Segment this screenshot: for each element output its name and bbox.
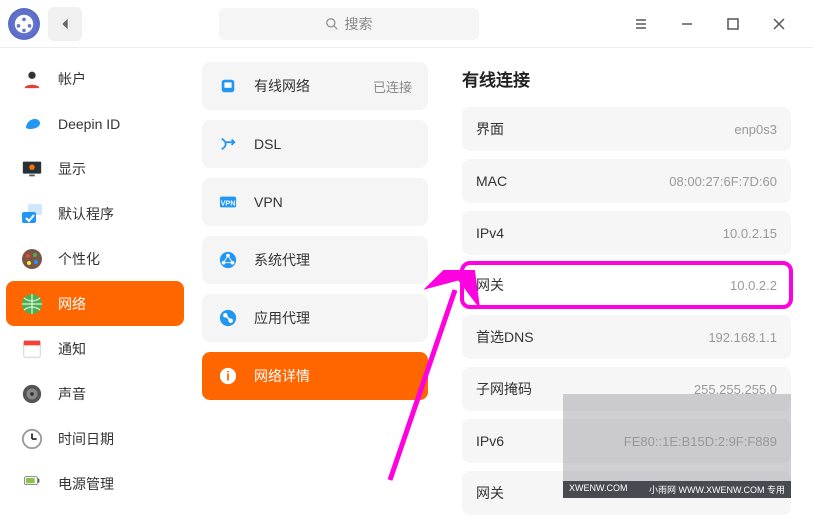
back-button[interactable] bbox=[48, 7, 82, 41]
subnav-item-app-proxy[interactable]: 应用代理 bbox=[202, 294, 428, 342]
sidebar-item-label: 通知 bbox=[58, 339, 86, 359]
sidebar: 帐户 Deepin ID 显示默认程序个性化网络通知声音时间日期电源管理 bbox=[0, 48, 190, 528]
subnav-item-label: 应用代理 bbox=[254, 308, 310, 328]
svg-text:VPN: VPN bbox=[221, 199, 236, 208]
search-icon bbox=[325, 17, 339, 31]
subnav-item-net-details[interactable]: i 网络详情 bbox=[202, 352, 428, 400]
sidebar-item-label: 个性化 bbox=[58, 249, 100, 269]
app-logo-icon bbox=[8, 8, 40, 40]
sys-proxy-icon bbox=[218, 250, 238, 270]
datetime-icon bbox=[18, 425, 46, 453]
sidebar-item-notification[interactable]: 通知 bbox=[6, 326, 184, 371]
account-icon bbox=[18, 65, 46, 93]
personalization-icon bbox=[18, 245, 46, 273]
menu-button[interactable] bbox=[627, 10, 655, 38]
display-icon bbox=[18, 155, 46, 183]
sidebar-item-label: 时间日期 bbox=[58, 429, 114, 449]
subnav-item-status: 已连接 bbox=[373, 77, 412, 96]
sidebar-item-default-apps[interactable]: 默认程序 bbox=[6, 191, 184, 236]
info-value: 10.0.2.2 bbox=[730, 278, 777, 293]
minimize-button[interactable] bbox=[673, 10, 701, 38]
subnav-item-wired[interactable]: 有线网络 已连接 bbox=[202, 62, 428, 110]
info-row: 网关 10.0.2.2 bbox=[462, 263, 791, 307]
sidebar-item-power[interactable]: 电源管理 bbox=[6, 461, 184, 506]
info-key: 界面 bbox=[476, 119, 504, 139]
info-value: 10.0.2.15 bbox=[723, 226, 777, 241]
info-row: 首选DNS 192.168.1.1 bbox=[462, 315, 791, 359]
subnav-item-label: VPN bbox=[254, 194, 283, 210]
sidebar-item-label: 帐户 bbox=[58, 69, 86, 89]
title-bar: 搜索 bbox=[0, 0, 813, 48]
panel-title: 有线连接 bbox=[462, 66, 791, 91]
sidebar-item-label: 网络 bbox=[58, 294, 86, 314]
sidebar-item-datetime[interactable]: 时间日期 bbox=[6, 416, 184, 461]
net-details-icon: i bbox=[218, 366, 238, 386]
subnav-item-label: 网络详情 bbox=[254, 366, 310, 386]
close-button[interactable] bbox=[765, 10, 793, 38]
power-icon bbox=[18, 470, 46, 498]
network-icon bbox=[18, 290, 46, 318]
info-key: IPv6 bbox=[476, 433, 504, 449]
info-key: 首选DNS bbox=[476, 327, 534, 347]
info-key: 网关 bbox=[476, 275, 504, 295]
subnav-item-label: 有线网络 bbox=[254, 76, 310, 96]
search-input[interactable]: 搜索 bbox=[219, 8, 479, 40]
search-placeholder: 搜索 bbox=[345, 14, 373, 34]
info-key: MAC bbox=[476, 173, 507, 189]
info-key: 子网掩码 bbox=[476, 379, 532, 399]
info-key: IPv4 bbox=[476, 225, 504, 241]
network-subnav: 有线网络 已连接 DSL VPN VPN 系统代理应用代理 i 网络详情 bbox=[190, 48, 440, 528]
window-controls bbox=[615, 10, 805, 38]
subnav-item-sys-proxy[interactable]: 系统代理 bbox=[202, 236, 428, 284]
sidebar-item-deepin-id[interactable]: Deepin ID bbox=[6, 101, 184, 146]
sound-icon bbox=[18, 380, 46, 408]
subnav-item-label: DSL bbox=[254, 136, 281, 152]
wired-icon bbox=[218, 76, 238, 96]
sidebar-item-network[interactable]: 网络 bbox=[6, 281, 184, 326]
subnav-item-label: 系统代理 bbox=[254, 250, 310, 270]
info-row: MAC 08:00:27:6F:7D:60 bbox=[462, 159, 791, 203]
vpn-icon: VPN bbox=[218, 192, 238, 212]
info-value: 08:00:27:6F:7D:60 bbox=[669, 174, 777, 189]
sidebar-item-label: 默认程序 bbox=[58, 204, 114, 224]
info-key: 网关 bbox=[476, 483, 504, 503]
svg-text:i: i bbox=[226, 370, 230, 384]
info-row: 界面 enp0s3 bbox=[462, 107, 791, 151]
default-apps-icon bbox=[18, 200, 46, 228]
sidebar-item-sound[interactable]: 声音 bbox=[6, 371, 184, 416]
watermark-overlay: XWENW.COM小雨网 WWW.XWENW.COM 专用 bbox=[563, 394, 791, 498]
info-value: 192.168.1.1 bbox=[708, 330, 777, 345]
sidebar-item-account[interactable]: 帐户 bbox=[6, 56, 184, 101]
sidebar-item-label: 声音 bbox=[58, 384, 86, 404]
subnav-item-dsl[interactable]: DSL bbox=[202, 120, 428, 168]
info-row: IPv4 10.0.2.15 bbox=[462, 211, 791, 255]
app-proxy-icon bbox=[218, 308, 238, 328]
subnav-item-vpn[interactable]: VPN VPN bbox=[202, 178, 428, 226]
sidebar-item-label: 显示 bbox=[58, 159, 86, 179]
info-value: enp0s3 bbox=[734, 122, 777, 137]
sidebar-item-personalization[interactable]: 个性化 bbox=[6, 236, 184, 281]
deepin-id-icon bbox=[18, 110, 46, 138]
maximize-button[interactable] bbox=[719, 10, 747, 38]
sidebar-item-display[interactable]: 显示 bbox=[6, 146, 184, 191]
dsl-icon bbox=[218, 134, 238, 154]
sidebar-item-label: 电源管理 bbox=[58, 474, 114, 494]
sidebar-item-label: Deepin ID bbox=[58, 116, 120, 132]
notification-icon bbox=[18, 335, 46, 363]
